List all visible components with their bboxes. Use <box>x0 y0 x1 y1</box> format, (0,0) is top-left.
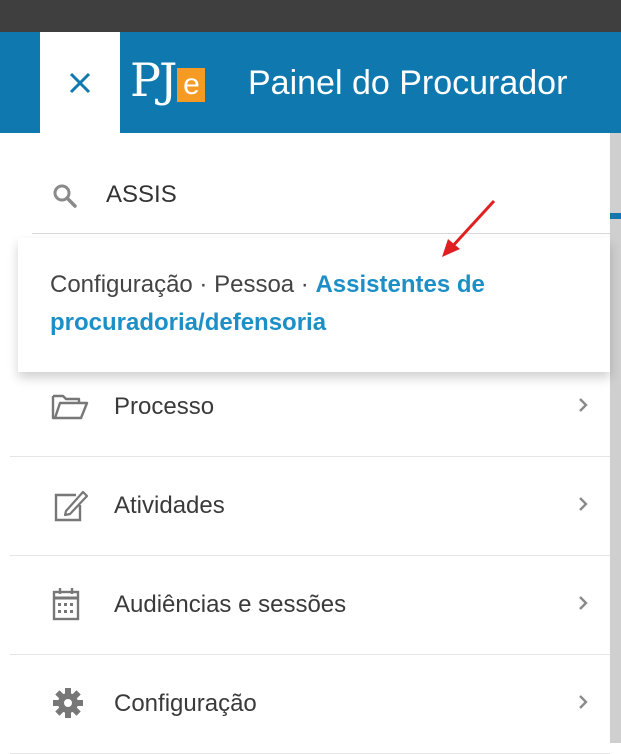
menu-item-audiencias[interactable]: Audiências e sessões <box>10 556 610 655</box>
menu-item-processo[interactable]: Processo <box>10 358 610 457</box>
folder-icon <box>51 394 89 420</box>
menu-item-configuracao[interactable]: Configuração <box>10 655 610 754</box>
edit-icon <box>54 490 89 522</box>
background-panel-edge <box>610 133 621 743</box>
logo-pj-text: PJ <box>130 53 177 107</box>
gear-icon <box>53 688 83 718</box>
search-suggestion[interactable]: Configuração · Pessoa · Assistentes de p… <box>18 238 610 372</box>
annotation-arrow-icon <box>442 199 496 257</box>
page-title: Painel do Procurador <box>248 64 568 102</box>
menu-item-label: Atividades <box>114 492 225 519</box>
close-icon <box>69 72 91 93</box>
suggestion-path: Configuração · Pessoa · <box>50 271 316 298</box>
menu-item-label: Configuração <box>114 690 257 717</box>
search-box: ASSIS <box>0 133 610 243</box>
pje-logo[interactable]: PJ e <box>130 53 206 107</box>
background-accent <box>610 213 621 219</box>
menu-item-label: Audiências e sessões <box>114 591 347 618</box>
search-underline <box>32 233 610 234</box>
app-header: PJ e Painel do Procurador <box>0 32 621 133</box>
chevron-right-icon <box>579 398 588 412</box>
logo-e-text: e <box>177 68 206 102</box>
calendar-icon <box>52 588 80 621</box>
chevron-right-icon <box>579 497 588 511</box>
close-menu-button[interactable] <box>40 32 120 133</box>
chevron-right-icon <box>579 695 588 709</box>
chevron-right-icon <box>579 596 588 610</box>
side-menu: Processo Atividades Audiências e sessões <box>10 358 610 754</box>
browser-top-bar <box>0 0 621 32</box>
menu-item-label: Processo <box>114 393 215 420</box>
menu-item-atividades[interactable]: Atividades <box>10 457 610 556</box>
suggestion-text: Configuração · Pessoa · Assistentes de p… <box>50 266 590 342</box>
search-input[interactable]: ASSIS <box>106 180 177 210</box>
search-icon[interactable] <box>52 183 78 209</box>
